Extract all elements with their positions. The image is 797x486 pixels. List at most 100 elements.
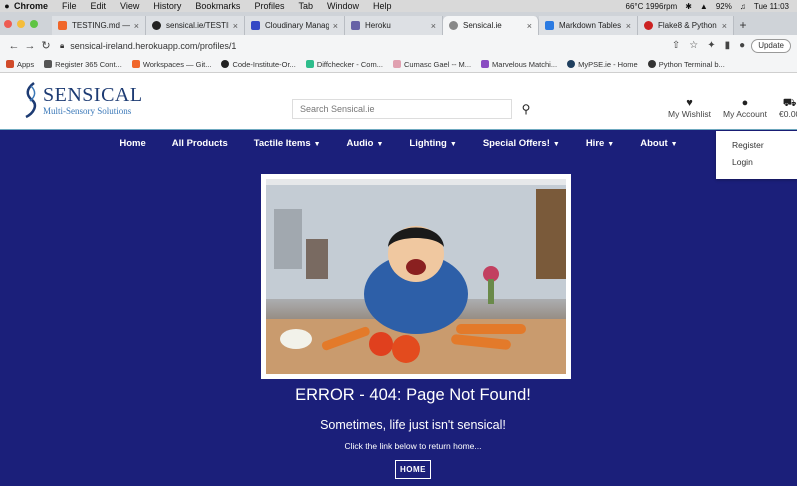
tab-label: Sensical.ie xyxy=(463,21,502,30)
search-input[interactable]: Search Sensical.ie xyxy=(292,99,512,119)
nav-lighting[interactable]: Lighting ▼ xyxy=(396,138,469,149)
nav-about[interactable]: About ▼ xyxy=(627,138,690,149)
close-tab-icon[interactable]: × xyxy=(431,21,436,31)
bookmark-item[interactable]: Workspaces — Git... xyxy=(131,60,211,69)
tab-favicon-icon xyxy=(644,21,653,30)
browser-tab[interactable]: TESTING.md — sen × xyxy=(52,16,146,35)
toolbar-icons: ⇧ ☆ ✦ ▮ ● xyxy=(672,40,745,51)
clock[interactable]: Tue 11:03 xyxy=(754,2,789,11)
bookmark-item[interactable]: Python Terminal b... xyxy=(647,60,725,69)
close-tab-icon[interactable]: × xyxy=(527,21,532,31)
search-icon[interactable]: ⚲ xyxy=(518,101,534,117)
url-text: sensical-ireland.herokuapp.com/profiles/… xyxy=(70,40,237,51)
profile-avatar-icon[interactable]: ● xyxy=(739,40,745,51)
screen: ● Chrome File Edit View History Bookmark… xyxy=(0,0,797,486)
nav-all-products[interactable]: All Products xyxy=(159,138,241,149)
zoom-window-button[interactable] xyxy=(30,19,38,28)
volume-icon[interactable]: ♫ xyxy=(740,2,746,11)
browser-tab[interactable]: Cloudinary Manage × xyxy=(245,16,345,35)
site-logo[interactable]: SENSICAL Multi-Sensory Solutions xyxy=(22,81,143,119)
back-icon[interactable]: ← xyxy=(6,40,22,52)
site-header: SENSICAL Multi-Sensory Solutions Search … xyxy=(0,73,797,129)
nav-hire[interactable]: Hire ▼ xyxy=(573,138,627,149)
menu-help[interactable]: Help xyxy=(373,1,392,11)
tab-favicon-icon xyxy=(58,21,67,30)
wifi-icon[interactable]: ▲ xyxy=(700,2,708,11)
browser-tab[interactable]: sensical.ie/TESTING × xyxy=(146,16,245,35)
forward-icon[interactable]: → xyxy=(22,40,38,52)
github-icon xyxy=(221,60,230,68)
tab-label: Markdown Tables gen xyxy=(559,21,622,30)
basket-icon: ⛟ xyxy=(782,97,797,109)
close-tab-icon[interactable]: × xyxy=(333,21,338,31)
nav-tactile-items[interactable]: Tactile Items ▼ xyxy=(241,138,334,149)
apple-icon[interactable]: ● xyxy=(0,1,14,11)
lock-icon[interactable]: 🔒︎ xyxy=(60,41,64,51)
address-bar: ← → ↻ 🔒︎ sensical-ireland.herokuapp.com/… xyxy=(0,35,797,56)
bookmark-item[interactable]: Marvelous Matchi... xyxy=(481,60,557,69)
close-tab-icon[interactable]: × xyxy=(233,21,238,31)
bookmark-item[interactable]: Apps xyxy=(6,60,34,69)
wishlist-link[interactable]: ♥ My Wishlist xyxy=(668,97,711,119)
close-window-button[interactable] xyxy=(4,19,12,28)
account-link[interactable]: ● My Account xyxy=(723,97,767,119)
extensions-icon[interactable]: ✦ xyxy=(707,40,715,51)
battery-percent[interactable]: 92% xyxy=(716,2,732,11)
nav-audio[interactable]: Audio ▼ xyxy=(334,138,397,149)
register-link[interactable]: Register xyxy=(732,137,797,154)
tab-favicon-icon xyxy=(545,21,554,30)
menu-profiles[interactable]: Profiles xyxy=(254,1,284,11)
bookmark-star-icon[interactable]: ☆ xyxy=(689,40,698,51)
new-tab-button[interactable]: + xyxy=(734,16,752,35)
menu-file[interactable]: File xyxy=(62,1,77,11)
apps-grid-icon xyxy=(6,60,14,68)
menu-history[interactable]: History xyxy=(153,1,181,11)
close-tab-icon[interactable]: × xyxy=(626,21,631,31)
tab-favicon-icon xyxy=(351,21,360,30)
menu-app-name[interactable]: Chrome xyxy=(14,1,48,11)
bookmarks-bar: Apps Register 365 Cont... Workspaces — G… xyxy=(0,56,797,73)
browser-tab[interactable]: Markdown Tables gen × xyxy=(539,16,638,35)
tab-label: Cloudinary Manage xyxy=(265,21,329,30)
account-label: My Account xyxy=(723,109,767,119)
basket-link[interactable]: ⛟ €0.00 xyxy=(779,97,797,119)
tab-favicon-icon xyxy=(251,21,260,30)
home-button[interactable]: HOME xyxy=(395,460,431,479)
menu-view[interactable]: View xyxy=(120,1,139,11)
bookmark-item[interactable]: Cumasc Gael -- M... xyxy=(392,60,471,69)
bookmark-favicon-icon xyxy=(567,60,576,68)
nav-special-offers[interactable]: Special Offers! ▼ xyxy=(470,138,573,149)
browser-tab[interactable]: Heroku × xyxy=(345,16,443,35)
bookmark-favicon-icon xyxy=(481,60,490,68)
url-field[interactable]: 🔒︎ sensical-ireland.herokuapp.com/profil… xyxy=(60,38,672,54)
reading-list-icon[interactable]: ▮ xyxy=(725,40,731,51)
menu-window[interactable]: Window xyxy=(327,1,359,11)
reload-icon[interactable]: ↻ xyxy=(38,39,54,52)
temp-readout: 66°C 1996rpm xyxy=(625,1,678,11)
nav-home[interactable]: Home xyxy=(106,138,158,149)
browser-tab-active[interactable]: Sensical.ie × xyxy=(443,16,539,35)
close-tab-icon[interactable]: × xyxy=(134,21,139,31)
error-hint: Click the link below to return home... xyxy=(344,441,482,451)
browser-tab[interactable]: Flake8 & Python Re × xyxy=(638,16,734,35)
minimize-window-button[interactable] xyxy=(17,19,25,28)
bookmark-item[interactable]: Register 365 Cont... xyxy=(44,60,122,69)
tab-bar: TESTING.md — sen × sensical.ie/TESTING ×… xyxy=(0,12,797,35)
update-button[interactable]: Update xyxy=(751,38,791,53)
login-link[interactable]: Login xyxy=(732,154,797,171)
menu-bookmarks[interactable]: Bookmarks xyxy=(195,1,240,11)
error-image xyxy=(266,179,566,374)
share-icon[interactable]: ⇧ xyxy=(672,40,680,51)
close-tab-icon[interactable]: × xyxy=(722,21,727,31)
menu-edit[interactable]: Edit xyxy=(91,1,107,11)
error-image-frame xyxy=(261,174,571,379)
tab-favicon-icon xyxy=(152,21,161,30)
menu-tab[interactable]: Tab xyxy=(298,1,313,11)
tab-favicon-icon xyxy=(449,21,458,30)
bluetooth-icon[interactable]: ✱ xyxy=(685,2,692,11)
caret-down-icon: ▼ xyxy=(376,140,384,148)
bookmark-item[interactable]: Diffchecker - Com... xyxy=(305,60,383,69)
bookmark-item[interactable]: MyPSE.ie - Home xyxy=(567,60,638,69)
bookmark-item[interactable]: Code-Institute-Or... xyxy=(221,60,296,69)
bookmark-favicon-icon xyxy=(44,60,53,68)
